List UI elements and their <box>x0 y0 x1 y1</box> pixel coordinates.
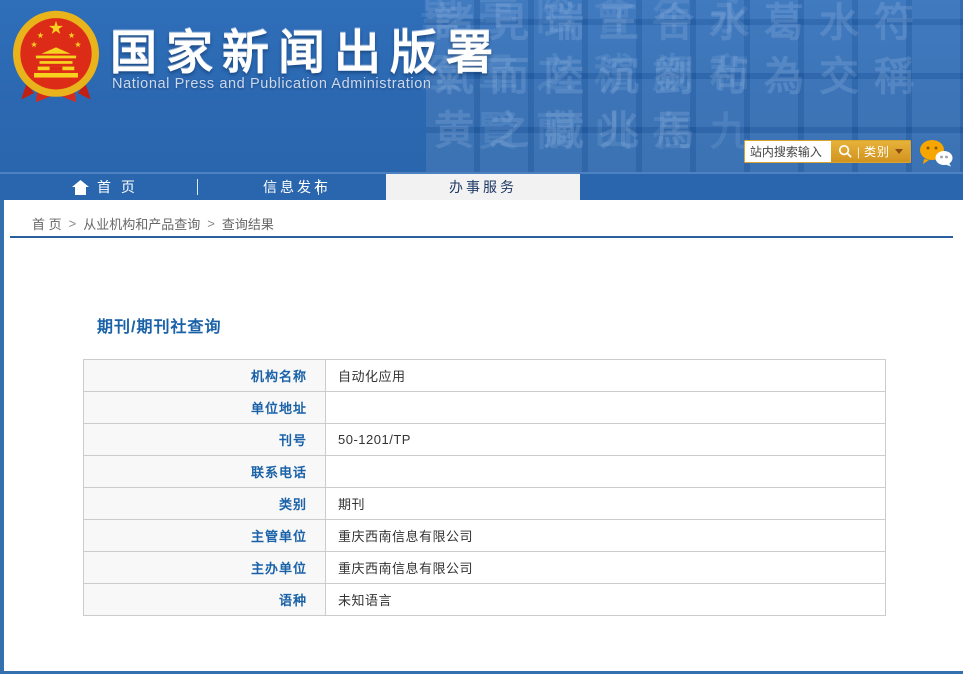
breadcrumb-home[interactable]: 首 页 <box>32 214 62 233</box>
row-label: 机构名称 <box>83 359 326 392</box>
breadcrumb: 首 页 > 从业机构和产品查询 > 查询结果 <box>32 214 274 233</box>
nav-item-label: 信息发布 <box>263 179 331 195</box>
row-label: 语种 <box>83 583 326 616</box>
table-row: 联系电话 <box>83 455 886 488</box>
table-row: 单位地址 <box>83 391 886 424</box>
nav-item-info-release[interactable]: 信息发布 <box>252 174 342 200</box>
nav-item-label: 办事服务 <box>449 179 517 195</box>
search-input[interactable] <box>744 141 831 162</box>
nav-item-label: 首 页 <box>97 179 138 195</box>
chevron-down-icon[interactable] <box>895 149 903 154</box>
site-subtitle: National Press and Publication Administr… <box>112 76 432 92</box>
row-value <box>325 455 886 488</box>
breadcrumb-separator: > <box>207 216 215 231</box>
left-edge-strip <box>0 200 4 674</box>
row-value: 自动化应用 <box>325 359 886 392</box>
wechat-icon[interactable] <box>919 139 953 167</box>
table-row: 刊号 50-1201/TP <box>83 423 886 456</box>
journal-info-table: 机构名称 自动化应用 单位地址 刊号 50-1201/TP 联系电话 类别 期刊… <box>83 359 886 616</box>
breadcrumb-current: 查询结果 <box>221 217 274 232</box>
row-value: 重庆西南信息有限公司 <box>325 551 886 584</box>
row-value: 50-1201/TP <box>325 423 886 456</box>
main-nav: 首 页 信息发布 办事服务 <box>0 172 963 200</box>
search-divider: | <box>856 144 860 159</box>
national-emblem-icon <box>12 10 100 103</box>
category-dropdown[interactable]: 类别 <box>864 143 890 160</box>
row-label: 刊号 <box>83 423 326 456</box>
nav-item-services-active[interactable]: 办事服务 <box>386 174 580 200</box>
page-title: 期刊/期刊社查询 <box>97 319 222 336</box>
table-row: 类别 期刊 <box>83 487 886 520</box>
row-label: 类别 <box>83 487 326 520</box>
nav-separator <box>197 179 198 195</box>
breadcrumb-divider <box>10 236 953 238</box>
breadcrumb-query[interactable]: 从业机构和产品查询 <box>83 214 200 233</box>
site-search: | 类别 <box>743 140 911 163</box>
breadcrumb-separator: > <box>68 216 77 231</box>
row-value: 重庆西南信息有限公司 <box>325 519 886 552</box>
row-label: 主管单位 <box>83 519 326 552</box>
search-icon[interactable] <box>838 144 853 159</box>
site-title: 国家新闻出版署 <box>110 26 502 79</box>
nav-item-home[interactable]: 首 页 <box>72 174 138 200</box>
table-row: 主办单位 重庆西南信息有限公司 <box>83 551 886 584</box>
table-row: 机构名称 自动化应用 <box>83 359 886 392</box>
row-value: 期刊 <box>325 487 886 520</box>
row-value <box>325 391 886 424</box>
table-row: 语种 未知语言 <box>83 583 886 616</box>
row-value: 未知语言 <box>325 583 886 616</box>
row-label: 单位地址 <box>83 391 326 424</box>
nav-separator <box>318 179 319 195</box>
row-label: 联系电话 <box>83 455 326 488</box>
site-header-banner: 永和九年歲在會稽山陰之蘭亭羣賢畢至 諸見瑞王合水葛水符氣而陸沉劉茍為交稱黄之藏兆… <box>0 0 963 172</box>
table-row: 主管单位 重庆西南信息有限公司 <box>83 519 886 552</box>
home-icon <box>72 179 89 195</box>
row-label: 主办单位 <box>83 551 326 584</box>
